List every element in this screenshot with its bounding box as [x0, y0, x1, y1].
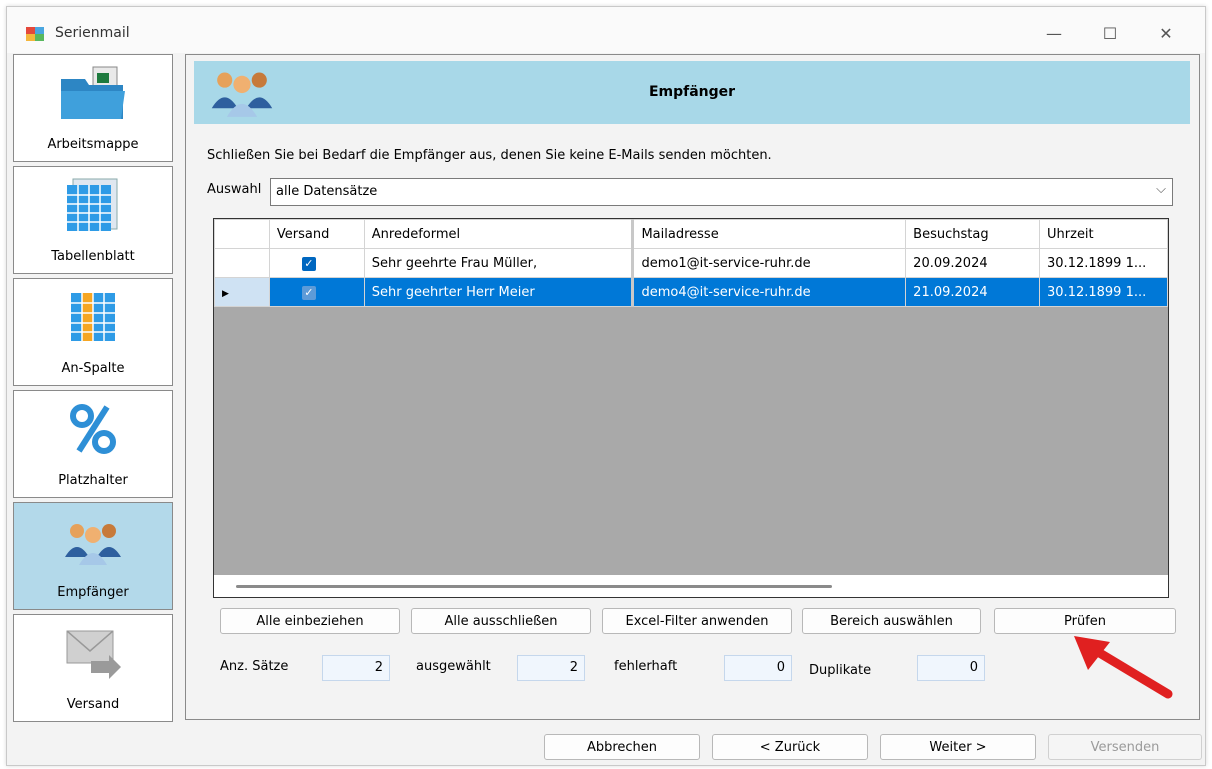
mail-cell: demo4@it-service-ruhr.de [632, 277, 907, 307]
maximize-button[interactable]: ☐ [1090, 19, 1130, 49]
selected-label: ausgewählt [416, 659, 491, 674]
selected-value: 2 [517, 655, 585, 681]
send-button: Versenden [1048, 734, 1202, 760]
minimize-button[interactable]: — [1034, 19, 1074, 49]
versand-cell[interactable]: ✓ [268, 248, 365, 278]
page-title: Empfänger [648, 84, 736, 100]
wizard-nav: Arbeitsmappe Tabellenblatt An-Spalte Pla… [13, 54, 177, 750]
versand-checkbox[interactable]: ✓ [301, 256, 316, 271]
nav-item-an-spalte[interactable]: An-Spalte [13, 278, 173, 386]
include-all-button[interactable]: Alle einbeziehen [220, 608, 400, 634]
close-button[interactable]: ✕ [1146, 19, 1186, 49]
column-header-versand[interactable]: Versand [268, 219, 365, 249]
horizontal-scrollbar[interactable] [214, 575, 1168, 597]
nav-item-versand[interactable]: Versand [13, 614, 173, 722]
nav-label: An-Spalte [61, 361, 125, 376]
errors-value: 0 [724, 655, 792, 681]
app-icon [26, 27, 44, 41]
cancel-button[interactable]: Abbrechen [544, 734, 700, 760]
current-row-marker-icon: ▶ [222, 288, 229, 299]
nav-item-tabellenblatt[interactable]: Tabellenblatt [13, 166, 173, 274]
nav-label: Empfänger [57, 585, 129, 600]
anrede-cell: Sehr geehrter Herr Meier [363, 277, 635, 307]
versand-checkbox[interactable]: ✓ [301, 285, 316, 300]
nav-label: Arbeitsmappe [47, 137, 139, 152]
nav-label: Tabellenblatt [51, 249, 135, 264]
row-header-corner [214, 219, 270, 249]
workbook-folder-icon [61, 66, 125, 119]
nav-item-empfaenger[interactable]: Empfänger [13, 502, 173, 610]
recipient-table: Versand Anredeformel Mailadresse Besuchs… [214, 219, 1168, 307]
window-title: Serienmail [55, 25, 130, 41]
scrollbar-thumb[interactable] [236, 585, 832, 588]
table-row-selected[interactable]: ▶ ✓ Sehr geehrter Herr Meier demo4@it-se… [214, 277, 1168, 307]
table-row[interactable]: ✓ Sehr geehrte Frau Müller, demo1@it-ser… [214, 248, 1168, 278]
percent-icon [70, 404, 116, 454]
duplicates-label: Duplikate [809, 663, 872, 678]
besuchstag-cell: 20.09.2024 [905, 248, 1041, 278]
auswahl-dropdown[interactable]: alle Datensätze ⌵ [270, 178, 1173, 206]
title-bar: Serienmail — ☐ ✕ [7, 7, 1205, 53]
column-icon [71, 293, 115, 341]
recipient-grid[interactable]: Versand Anredeformel Mailadresse Besuchs… [213, 218, 1169, 598]
spreadsheet-icon [67, 178, 118, 231]
exclude-all-button[interactable]: Alle ausschließen [411, 608, 591, 634]
auswahl-value: alle Datensätze [276, 184, 378, 199]
row-header[interactable] [214, 248, 270, 278]
table-header-row: Versand Anredeformel Mailadresse Besuchs… [214, 219, 1168, 249]
uhrzeit-cell: 30.12.1899 1... [1039, 277, 1168, 307]
besuchstag-cell: 21.09.2024 [905, 277, 1041, 307]
column-header-anredeformel[interactable]: Anredeformel [363, 219, 635, 249]
excel-filter-button[interactable]: Excel-Filter anwenden [602, 608, 792, 634]
column-header-uhrzeit[interactable]: Uhrzeit [1039, 219, 1168, 249]
chevron-down-icon: ⌵ [1156, 182, 1166, 197]
auswahl-label: Auswahl [207, 182, 262, 197]
duplicates-value: 0 [917, 655, 985, 681]
row-header-current[interactable]: ▶ [214, 277, 270, 307]
main-panel: Empfänger Schließen Sie bei Bedarf die E… [185, 54, 1200, 720]
uhrzeit-cell: 30.12.1899 1... [1039, 248, 1168, 278]
back-button[interactable]: < Zurück [712, 734, 868, 760]
next-button[interactable]: Weiter > [880, 734, 1036, 760]
nav-label: Versand [66, 697, 120, 712]
annotation-arrow-icon [1074, 636, 1173, 699]
versand-cell[interactable]: ✓ [268, 277, 365, 307]
envelope-icon [66, 630, 121, 679]
count-label: Anz. Sätze [220, 659, 289, 674]
anrede-cell: Sehr geehrte Frau Müller, [363, 248, 635, 278]
errors-label: fehlerhaft [614, 659, 678, 674]
column-header-besuchstag[interactable]: Besuchstag [905, 219, 1041, 249]
instruction-text: Schließen Sie bei Bedarf die Empfänger a… [207, 148, 772, 163]
column-header-mailadresse[interactable]: Mailadresse [632, 219, 907, 249]
header-band: Empfänger [194, 61, 1190, 124]
count-value: 2 [322, 655, 390, 681]
nav-item-platzhalter[interactable]: Platzhalter [13, 390, 173, 498]
nav-item-arbeitsmappe[interactable]: Arbeitsmappe [13, 54, 173, 162]
nav-label: Platzhalter [58, 473, 128, 488]
people-icon [65, 524, 121, 565]
mail-cell: demo1@it-service-ruhr.de [632, 248, 907, 278]
select-range-button[interactable]: Bereich auswählen [802, 608, 981, 634]
